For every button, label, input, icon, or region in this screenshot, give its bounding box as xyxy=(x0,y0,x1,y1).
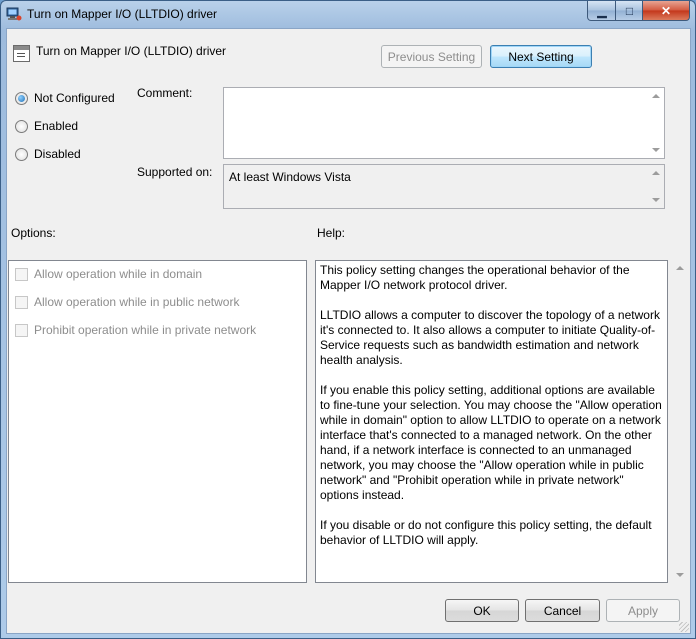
close-icon: ✕ xyxy=(660,3,672,18)
supported-on-field: At least Windows Vista xyxy=(223,164,665,209)
radio-indicator[interactable] xyxy=(15,91,28,105)
options-label: Options: xyxy=(11,226,56,240)
ok-button[interactable]: OK xyxy=(445,599,519,622)
radio-indicator[interactable] xyxy=(15,147,28,161)
checkbox[interactable] xyxy=(15,323,28,337)
supported-on-value: At least Windows Vista xyxy=(229,170,351,184)
comment-field[interactable] xyxy=(223,87,665,159)
previous-setting-button[interactable]: Previous Setting xyxy=(381,45,482,68)
help-paragraph: This policy setting changes the operatio… xyxy=(320,263,630,292)
options-panel: Allow operation while in domain Allow op… xyxy=(8,260,307,583)
close-button[interactable]: ✕ xyxy=(642,1,690,21)
resize-grip-icon[interactable] xyxy=(679,622,689,632)
window-title: Turn on Mapper I/O (LLTDIO) driver xyxy=(27,7,218,21)
scroll-up-icon[interactable] xyxy=(652,171,660,175)
scroll-up-icon[interactable] xyxy=(676,266,684,270)
help-text: This policy setting changes the operatio… xyxy=(320,263,664,563)
maximize-icon: □ xyxy=(625,3,634,18)
help-paragraph: LLTDIO allows a computer to discover the… xyxy=(320,308,660,367)
scroll-up-icon[interactable] xyxy=(652,94,660,98)
policy-setting-icon xyxy=(13,45,30,62)
supported-on-label: Supported on: xyxy=(137,165,213,179)
checkbox[interactable] xyxy=(15,267,28,281)
minimize-button[interactable]: ▁ xyxy=(587,1,617,21)
scroll-down-icon[interactable] xyxy=(676,573,684,577)
title-bar[interactable]: Turn on Mapper I/O (LLTDIO) driver ▁ □ ✕ xyxy=(1,1,695,27)
help-panel: This policy setting changes the operatio… xyxy=(315,260,668,583)
radio-disabled[interactable]: Disabled xyxy=(15,147,81,161)
radio-label: Not Configured xyxy=(34,91,115,105)
scroll-down-icon[interactable] xyxy=(652,148,660,152)
minimize-icon: ▁ xyxy=(597,3,607,18)
next-setting-button[interactable]: Next Setting xyxy=(490,45,592,68)
radio-label: Disabled xyxy=(34,147,81,161)
comment-label: Comment: xyxy=(137,86,193,100)
dialog-window: Turn on Mapper I/O (LLTDIO) driver ▁ □ ✕… xyxy=(0,0,696,639)
option-allow-domain[interactable]: Allow operation while in domain xyxy=(15,267,202,281)
network-policy-icon xyxy=(6,7,22,21)
option-label: Prohibit operation while in private netw… xyxy=(34,323,257,337)
help-paragraph: If you enable this policy setting, addit… xyxy=(320,383,662,502)
radio-not-configured[interactable]: Not Configured xyxy=(15,91,115,105)
radio-enabled[interactable]: Enabled xyxy=(15,119,78,133)
checkbox[interactable] xyxy=(15,295,28,309)
option-allow-public[interactable]: Allow operation while in public network xyxy=(15,295,239,309)
apply-button[interactable]: Apply xyxy=(606,599,680,622)
supported-scrollbar[interactable] xyxy=(647,165,664,208)
policy-name: Turn on Mapper I/O (LLTDIO) driver xyxy=(36,44,227,58)
maximize-button[interactable]: □ xyxy=(615,1,644,21)
help-label: Help: xyxy=(317,226,346,240)
option-label: Allow operation while in domain xyxy=(34,267,203,281)
option-label: Allow operation while in public network xyxy=(34,295,240,309)
dialog-client-area: Turn on Mapper I/O (LLTDIO) driver Previ… xyxy=(6,28,691,634)
help-paragraph: If you disable or do not configure this … xyxy=(320,518,652,547)
scroll-down-icon[interactable] xyxy=(652,198,660,202)
comment-scrollbar[interactable] xyxy=(647,88,664,158)
option-prohibit-private[interactable]: Prohibit operation while in private netw… xyxy=(15,323,256,337)
help-scrollbar[interactable] xyxy=(671,260,688,583)
cancel-button[interactable]: Cancel xyxy=(525,599,600,622)
radio-indicator[interactable] xyxy=(15,119,28,133)
radio-label: Enabled xyxy=(34,119,79,133)
